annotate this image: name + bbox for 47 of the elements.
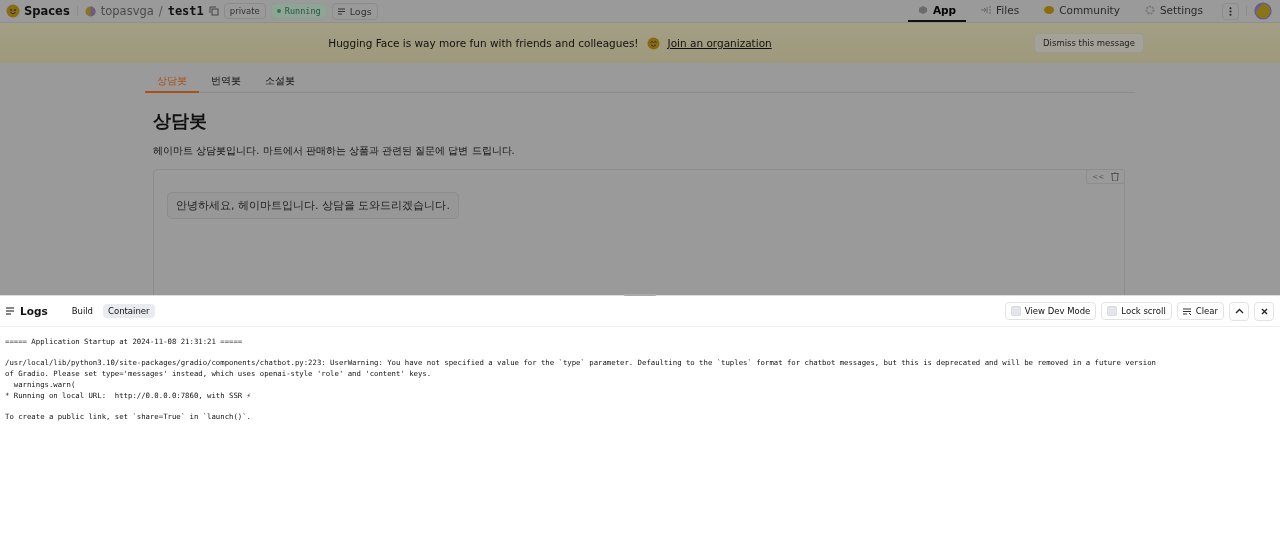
list-icon [6,307,15,315]
avatar-icon[interactable] [1254,2,1272,20]
close-icon [1260,307,1268,315]
chevron-up-icon [1234,308,1244,314]
status-badge: Running [270,3,327,19]
path-separator: / [158,4,163,18]
app-tab[interactable]: 번역봇 [199,69,253,93]
join-link[interactable]: Join an organization [667,37,772,49]
more-icon [1229,6,1232,16]
brand-name: Spaces [24,4,70,18]
cube-icon [917,5,928,15]
nav-tab[interactable]: Files [971,0,1030,22]
option-toggle[interactable]: View Dev Mode [1004,302,1097,320]
app-tab[interactable]: 소설봇 [253,69,307,93]
spaces-link[interactable]: Spaces [6,4,70,18]
log-tab[interactable]: Build [66,304,98,318]
clear-icon [1182,307,1192,315]
more-button[interactable] [1222,2,1239,20]
nav-tab[interactable]: Community [1034,0,1130,22]
logs-button[interactable]: Logs [331,2,378,20]
files-icon [981,5,992,15]
trash-icon [1111,172,1119,181]
avatar-icon [84,5,96,17]
clear-button[interactable]: Clear [1176,302,1224,320]
visibility-badge: private [223,3,266,19]
logs-title: Logs [20,305,48,317]
checkbox[interactable] [1107,306,1118,316]
option-toggle[interactable]: Lock scroll [1101,302,1172,320]
expand-button[interactable] [1229,301,1249,321]
dismiss-button[interactable]: Dismiss this message [1034,33,1144,53]
resize-handle[interactable] [624,294,656,296]
banner-message: Hugging Face is way more fun with friends and colleagues! [328,37,639,49]
gear-icon [1144,5,1155,15]
nav-tab[interactable]: Settings [1134,0,1213,22]
app-description: 헤이마트 상담봇입니다. 마트에서 판매하는 상품과 관련된 질문에 답변 드립니다. [153,144,516,158]
close-button[interactable] [1254,301,1274,321]
repo-link[interactable]: test1 [167,4,204,18]
chat-message: 안녕하세요, 헤이마트입니다. 상담을 도와드리겠습니다. [167,192,459,219]
checkbox[interactable] [1010,306,1021,316]
chat-icon [1044,5,1055,15]
hug-emoji-icon [646,36,660,50]
list-icon [337,7,346,15]
app-title: 상담봇 [153,109,208,133]
smiley-icon [6,4,20,18]
copy-icon [208,6,219,16]
log-tab[interactable]: Container [103,304,155,318]
delete-button[interactable] [1109,171,1121,182]
